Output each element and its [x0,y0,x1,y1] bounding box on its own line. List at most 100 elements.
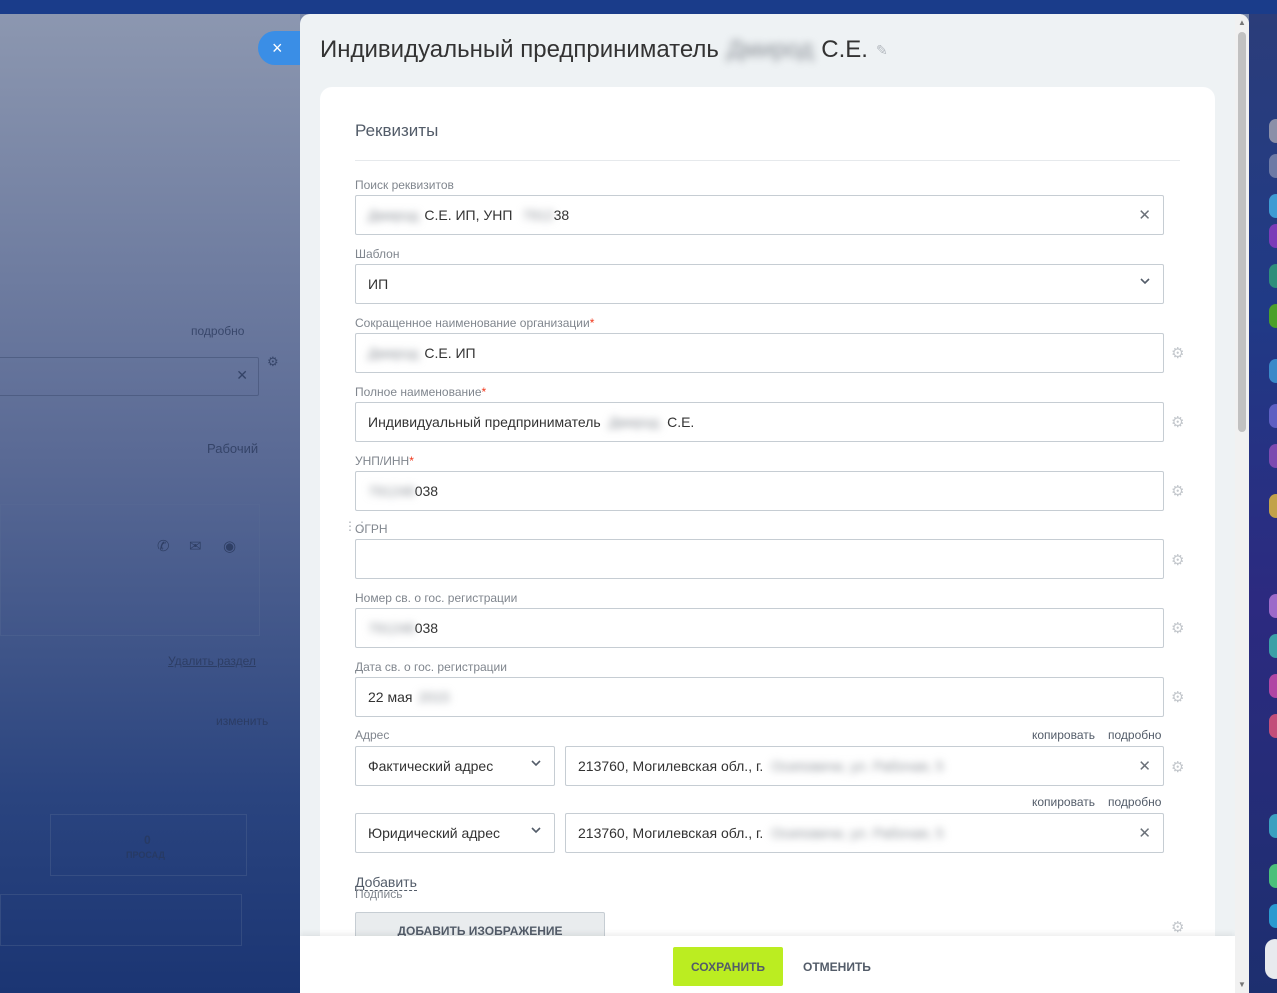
reg-date-value: 22 мая [368,689,413,705]
search-label: Поиск реквизитов [355,178,454,192]
bg-chat-icon: ◉ [223,538,237,555]
bg-phone-icon: ✆ [157,538,170,555]
avatar [1269,404,1277,428]
avatar [1269,634,1277,658]
background-card: подробно ✕ ⚙ Рабочий ✆ ✉ ◉ Удалить разде… [0,14,300,993]
close-icon: × [272,37,283,58]
reg-number-input[interactable]: 791248 038 [355,608,1164,648]
scrollbar[interactable]: ▲ ▼ [1235,14,1249,993]
reg-number-label: Номер св. о гос. регистрации [355,591,518,605]
address-value: 213760, Могилевская обл., г. [578,758,764,774]
avatar [1269,864,1277,888]
address-value-blurred: Осиповичи, ул. Рабочая, 5 [771,825,944,841]
full-name-blurred: Дмирод [608,414,660,430]
bg-count: 0 [144,833,151,847]
scroll-down-icon[interactable]: ▼ [1238,980,1246,989]
bg-change: изменить [216,714,269,728]
chevron-down-icon [530,824,542,839]
bg-contact-box: ✆ ✉ ◉ [0,504,260,636]
short-name-label: Сокращенное наименование организации* [355,316,595,330]
full-name-input[interactable]: Индивидуальный предприниматель Дмирод С.… [355,402,1164,442]
search-value-blurred: Дмирод [368,207,419,223]
search-value-blurred-2: 7912 [522,207,554,223]
full-name-value: Индивидуальный предприниматель [368,414,601,430]
unp-value: 038 [414,483,439,499]
gear-icon[interactable]: ⚙ [1171,758,1184,776]
gear-icon[interactable]: ⚙ [1171,688,1184,706]
avatar [1269,194,1277,218]
chevron-down-icon [530,757,542,772]
bg-mail-icon: ✉ [189,538,202,555]
unp-input[interactable]: 791248 038 [355,471,1164,511]
reg-date-blurred: 2015 [418,689,450,705]
background-right-strip [1249,14,1277,993]
scroll-thumb[interactable] [1238,32,1246,432]
avatar [1269,814,1277,838]
pencil-icon[interactable]: ✎ [876,42,888,59]
bg-stat-box: 0 ПРОСАД [50,814,247,876]
avatar [1269,304,1277,328]
avatar [1269,714,1277,738]
requisites-card: Реквизиты Поиск реквизитов Дмирод С.Е. И… [320,87,1215,967]
bg-clear-icon: ✕ [236,367,248,383]
avatar [1269,119,1277,143]
title-suffix: С.Е. [821,36,868,63]
bg-delete-section: Удалить раздел [168,654,256,668]
gear-icon[interactable]: ⚙ [1171,619,1184,637]
address-input[interactable]: 213760, Могилевская обл., г. Осиповичи, … [565,746,1164,786]
avatar [1269,154,1277,178]
short-name-input[interactable]: Дмирод С.Е. ИП [355,333,1164,373]
address-label: Адрес [355,728,390,742]
address-detail-link[interactable]: подробно [1108,795,1161,809]
clear-icon[interactable]: ✕ [1138,824,1151,842]
avatar [1269,359,1277,383]
short-name-value: С.Е. ИП [424,345,476,361]
scroll-up-icon[interactable]: ▲ [1238,18,1246,27]
unp-label: УНП/ИНН* [355,454,414,468]
reg-number-value: 038 [414,620,439,636]
avatar [1269,224,1277,248]
drag-handle-icon[interactable]: ⋮⋮ [344,519,368,533]
gear-icon[interactable]: ⚙ [1171,551,1184,569]
copy-address-link[interactable]: копировать [1032,795,1095,809]
avatar [1269,444,1277,468]
reg-number-blurred: 791248 [368,620,415,636]
address-type-select[interactable]: Фактический адрес [355,746,555,786]
full-name-end: С.Е. [667,414,695,430]
bg-gear-icon: ⚙ [267,354,279,369]
reg-date-label: Дата св. о гос. регистрации [355,660,507,674]
title-prefix: Индивидуальный предприниматель [320,36,719,63]
top-band [0,0,1277,14]
search-value: С.Е. ИП, УНП [424,207,513,223]
full-name-label: Полное наименование* [355,385,487,399]
gear-icon[interactable]: ⚙ [1171,918,1184,936]
reg-date-input[interactable]: 22 мая 2015 [355,677,1164,717]
copy-address-link[interactable]: копировать [1032,728,1095,742]
template-select[interactable]: ИП [355,264,1164,304]
search-value-end: 38 [553,207,570,223]
section-divider [355,160,1180,161]
bg-box-bottom [0,894,242,946]
address-type-select[interactable]: Юридический адрес [355,813,555,853]
gear-icon[interactable]: ⚙ [1171,413,1184,431]
clear-icon[interactable]: ✕ [1138,757,1151,775]
ogrn-input[interactable] [355,539,1164,579]
gear-icon[interactable]: ⚙ [1171,482,1184,500]
save-button[interactable]: СОХРАНИТЬ [673,947,783,986]
title-blurred: Дмирод [726,36,814,63]
clear-icon[interactable]: ✕ [1138,206,1151,224]
bg-input: ✕ [0,357,259,396]
address-input[interactable]: 213760, Могилевская обл., г. Осиповичи, … [565,813,1164,853]
signature-label: Подпись [355,887,403,901]
bg-detail-link: подробно [191,324,245,338]
avatar [1269,594,1277,618]
gear-icon[interactable]: ⚙ [1171,344,1184,362]
bg-work-label: Рабочий [207,441,259,456]
search-requisites-input[interactable]: Дмирод С.Е. ИП, УНП 7912 38 ✕ [355,195,1164,235]
page-title: Индивидуальный предприниматель Дмирод С.… [320,36,888,64]
address-value: 213760, Могилевская обл., г. [578,825,764,841]
address-detail-link[interactable]: подробно [1108,728,1161,742]
avatar [1269,264,1277,288]
avatar [1265,939,1277,979]
cancel-button[interactable]: ОТМЕНИТЬ [797,947,877,986]
